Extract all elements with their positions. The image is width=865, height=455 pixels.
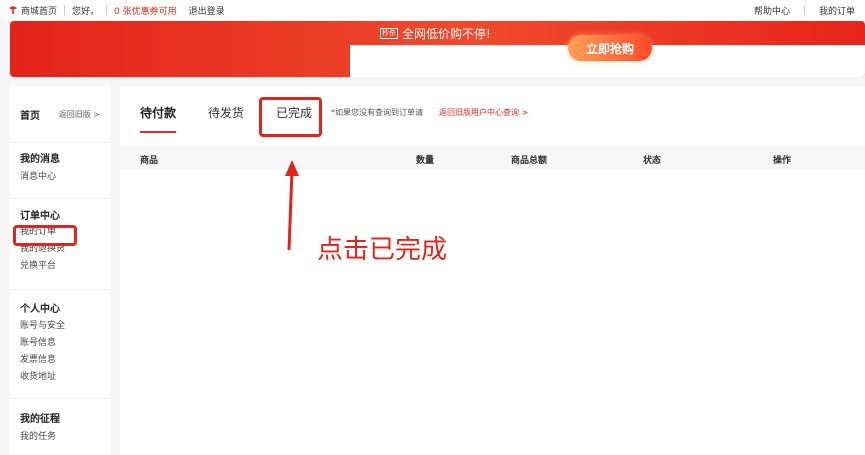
greeting-text: 您好， [72,6,100,17]
annotation-instruction-text: 点击已完成 [317,235,448,265]
sidebar-item-account-security[interactable]: 账号与安全 [20,318,100,335]
highlight-box-my-orders [13,225,77,246]
column-header-quantity: 数量 [416,156,435,166]
order-table-header: 商品 数量 商品总额 状态 操作 [120,146,865,170]
coupon-link[interactable]: 0 张优惠券可用 [114,4,177,17]
mall-home-label: 商城首页 [21,6,58,17]
tab-pending-payment[interactable]: 待付款 [140,104,177,133]
column-header-product: 商品 [140,156,159,166]
tab-pending-shipment[interactable]: 待发货 [208,104,244,127]
back-old-version-link[interactable]: 返回旧版 > [59,109,100,120]
column-header-actions: 操作 [773,156,792,166]
sidebar-item-invoice-info[interactable]: 发票信息 [20,352,100,369]
column-header-total: 商品总额 [511,156,548,166]
divider [64,5,66,15]
sidebar-item-tasks[interactable]: 我的任务 [20,429,100,446]
annotation-arrow [285,160,299,251]
divider [106,5,108,15]
old-user-center-link[interactable]: 返回旧版用户中心查询 > [439,107,528,118]
banner-subtitle: 全网低价购不停! [402,27,491,41]
mall-home-link[interactable]: 商城首页 [8,4,57,17]
sidebar-item-address[interactable]: 收货地址 [20,369,100,386]
top-bar: 商城首页 您好， 0 张优惠券可用 退出登录 帮助中心 我的订单 [0,0,865,20]
sidebar-head-personal: 个人中心 [20,304,60,315]
highlight-box-completed-tab [259,97,322,137]
banner-subtitle-row: 秒杀 全网低价购不停! [380,25,491,42]
query-hint-text: *如果您没有查询到订单请 [331,108,423,117]
flash-sale-tag: 秒杀 [380,28,398,39]
sidebar-item-message-center[interactable]: 消息中心 [20,169,100,186]
sidebar-head-orders: 订单中心 [20,211,60,222]
sidebar-head-journey: 我的征程 [20,414,60,425]
logout-link[interactable]: 退出登录 [189,4,225,17]
column-header-status: 状态 [643,156,662,166]
my-orders-link[interactable]: 我的订单 [819,4,855,17]
sidebar-item-exchange[interactable]: 兑换平台 [20,258,100,275]
mall-logo-icon [9,6,17,14]
help-center-link[interactable]: 帮助中心 [754,4,790,17]
buy-now-button[interactable]: 立即抢购 [568,35,652,61]
sidebar-home[interactable]: 首页 [20,107,40,122]
promo-banner[interactable]: 秒杀 全网低价购不停! 低价狂欢 限时秒杀 立即抢购 [10,21,865,77]
orders-panel: 待付款 待发货 已完成 *如果您没有查询到订单请 返回旧版用户中心查询 > 商品… [120,86,865,455]
sidebar-item-account-info[interactable]: 账号信息 [20,335,100,352]
sidebar-head-messages: 我的消息 [20,154,60,165]
divider [803,5,805,15]
sidebar: 首页 返回旧版 > 我的消息 消息中心 订单中心 我的订单 我的退换货 兑换平台… [10,86,110,455]
